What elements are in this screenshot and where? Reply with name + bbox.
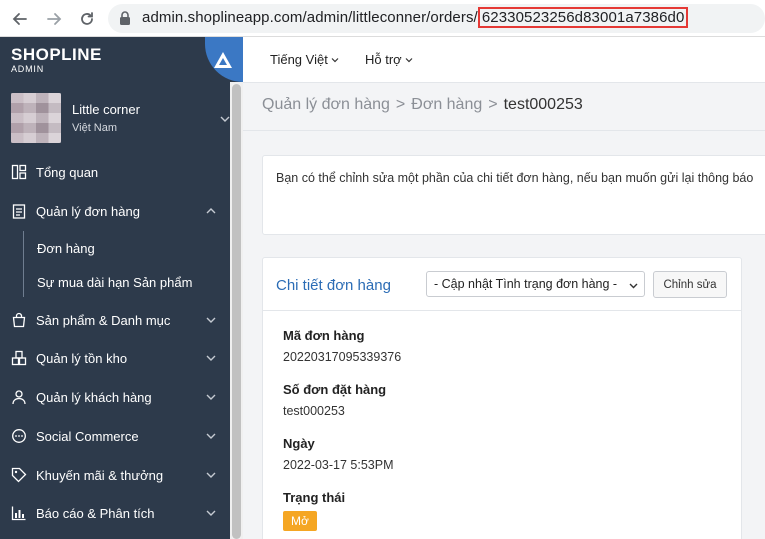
order-details-card: Chi tiết đơn hàng - Cập nhật Tình trạng …: [262, 257, 742, 539]
support-label: Hỗ trợ: [365, 52, 402, 67]
language-menu[interactable]: Tiếng Việt: [270, 52, 339, 67]
chevron-down-icon: [331, 57, 339, 62]
status-select-value: - Cập nhật Tình trạng đơn hàng -: [434, 277, 618, 291]
warehouse-icon: [11, 350, 27, 366]
chevron-down-icon: [206, 317, 216, 323]
order-status-label: Trạng thái: [283, 490, 346, 505]
sidebar-item-promotions[interactable]: Khuyến mãi & thưởng: [0, 459, 229, 491]
breadcrumb-current: test000253: [503, 96, 583, 113]
chevron-down-icon: [220, 116, 230, 122]
chat-icon: [12, 429, 26, 443]
chevron-down-icon: [206, 510, 216, 516]
breadcrumb-orders-management[interactable]: Quản lý đơn hàng: [262, 96, 390, 113]
language-label: Tiếng Việt: [270, 52, 328, 67]
store-location: Việt Nam: [72, 122, 118, 134]
order-id-label: Mã đơn hàng: [283, 328, 365, 343]
sidebar-collapse-button[interactable]: [205, 37, 243, 82]
sidebar-item-customers[interactable]: Quản lý khách hàng: [0, 381, 229, 413]
card-header: Chi tiết đơn hàng - Cập nhật Tình trạng …: [263, 258, 741, 311]
chevron-down-icon: [206, 433, 216, 439]
back-arrow-icon[interactable]: [9, 8, 31, 30]
order-number-label: Số đơn đặt hàng: [283, 382, 387, 397]
sidebar-item-label: Quản lý khách hàng: [36, 389, 152, 405]
sidebar-item-label: Khuyến mãi & thưởng: [36, 467, 164, 483]
sidebar-item-orders[interactable]: Quản lý đơn hàng: [0, 195, 229, 227]
submenu-line: [23, 231, 24, 297]
card-title: Chi tiết đơn hàng: [276, 277, 391, 294]
dashboard-icon: [11, 164, 27, 180]
chevron-down-icon: [405, 57, 413, 62]
edit-button[interactable]: Chỉnh sửa: [653, 271, 727, 298]
tag-icon: [11, 467, 27, 483]
forward-arrow-icon[interactable]: [43, 8, 65, 30]
store-switcher[interactable]: Little corner Việt Nam: [0, 87, 243, 149]
chevron-down-icon: [206, 472, 216, 478]
shopline-logo[interactable]: SHOPLINE: [11, 45, 102, 65]
brand-triangle-icon: [214, 52, 232, 68]
breadcrumb-separator: >: [395, 96, 406, 113]
chevron-up-icon: [206, 208, 216, 214]
sidebar-item-label: Social Commerce: [36, 428, 139, 444]
reload-icon[interactable]: [76, 8, 98, 30]
clipboard-icon: [12, 204, 26, 219]
top-header: Tiếng Việt Hỗ trợ: [243, 37, 765, 83]
sidebar-subitem-subscriptions[interactable]: Sự mua dài hạn Sản phẩm: [37, 275, 192, 290]
breadcrumb: Quản lý đơn hàng > Đơn hàng > test000253: [262, 96, 583, 114]
order-id-value: 20220317095339376: [283, 350, 402, 364]
sidebar-item-label: Báo cáo & Phân tích: [36, 505, 155, 521]
edit-notice-panel: Bạn có thể chỉnh sửa một phần của chi ti…: [262, 155, 765, 235]
chevron-down-icon: [206, 355, 216, 361]
order-number-value: test000253: [283, 404, 345, 418]
store-avatar: [11, 93, 61, 143]
url-order-id-highlight: 62330523256d83001a7386d0: [477, 7, 689, 28]
user-icon: [12, 390, 26, 405]
shopping-bag-icon: [12, 312, 26, 328]
order-status-select[interactable]: - Cập nhật Tình trạng đơn hàng -: [426, 271, 645, 297]
breadcrumb-orders[interactable]: Đơn hàng: [411, 96, 482, 113]
sidebar-scrollbar-thumb[interactable]: [232, 84, 241, 539]
chevron-down-icon: [206, 394, 216, 400]
content-divider: [243, 130, 765, 131]
browser-toolbar: admin.shoplineapp.com/admin/littleconner…: [0, 0, 765, 37]
store-name: Little corner: [72, 102, 140, 117]
sidebar-item-dashboard[interactable]: Tổng quan: [0, 156, 229, 188]
url-prefix: admin.shoplineapp.com/admin/littleconner…: [142, 9, 478, 26]
chart-icon: [11, 506, 26, 521]
sidebar-item-label: Quản lý đơn hàng: [36, 203, 140, 219]
url-text[interactable]: admin.shoplineapp.com/admin/littleconner…: [142, 7, 689, 28]
sidebar-subitem-orders[interactable]: Đơn hàng: [37, 241, 95, 256]
sidebar-item-label: Sản phẩm & Danh mục: [36, 312, 171, 328]
sidebar: SHOPLINE ADMIN Little corner Việt Nam Tổ…: [0, 37, 243, 539]
sidebar-item-products[interactable]: Sản phẩm & Danh mục: [0, 304, 229, 336]
logo-subtitle: ADMIN: [11, 64, 44, 74]
sidebar-item-social-commerce[interactable]: Social Commerce: [0, 420, 229, 452]
sidebar-item-inventory[interactable]: Quản lý tồn kho: [0, 342, 229, 374]
support-menu[interactable]: Hỗ trợ: [365, 52, 413, 67]
sidebar-item-reports[interactable]: Báo cáo & Phân tích: [0, 497, 229, 529]
breadcrumb-separator: >: [488, 96, 498, 113]
chevron-down-icon: [629, 283, 638, 289]
sidebar-item-label: Tổng quan: [36, 164, 99, 180]
lock-icon: [120, 11, 130, 25]
sidebar-item-label: Quản lý tồn kho: [36, 350, 128, 366]
status-badge: Mở: [283, 511, 317, 531]
order-date-label: Ngày: [283, 436, 315, 451]
order-date-value: 2022-03-17 5:53PM: [283, 458, 394, 472]
notice-text: Bạn có thể chỉnh sửa một phần của chi ti…: [276, 171, 754, 185]
